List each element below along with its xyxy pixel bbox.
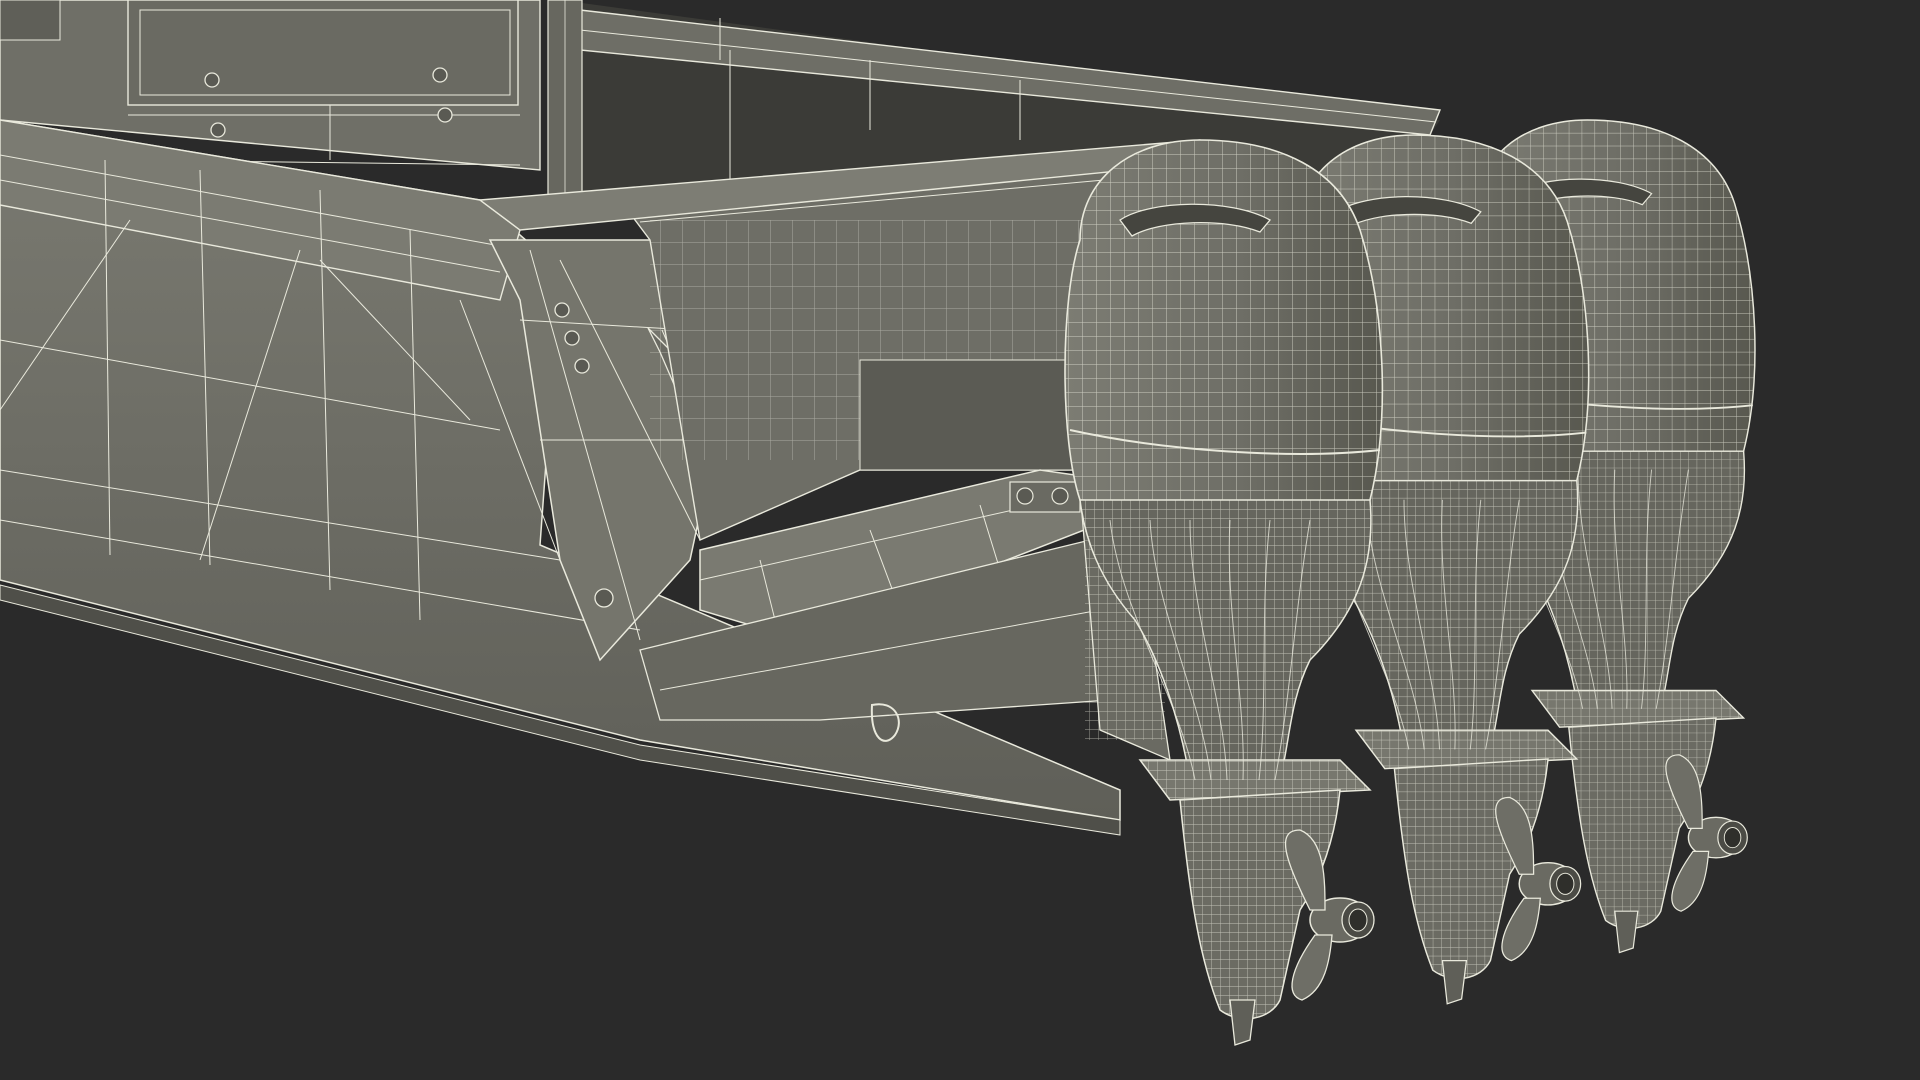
fitting-icon <box>554 302 570 318</box>
screw-icon <box>437 107 453 123</box>
hinge-bracket <box>1009 481 1081 513</box>
fitting-icon <box>594 588 614 608</box>
render-viewport <box>0 0 1920 1080</box>
screw-icon <box>210 122 226 138</box>
screw-icon <box>204 72 220 88</box>
fitting-icon <box>564 330 580 346</box>
screw-icon <box>432 67 448 83</box>
outboard-engines <box>1064 119 1756 1046</box>
fitting-icon <box>574 358 590 374</box>
boat-wireframe-render <box>0 0 1756 1046</box>
